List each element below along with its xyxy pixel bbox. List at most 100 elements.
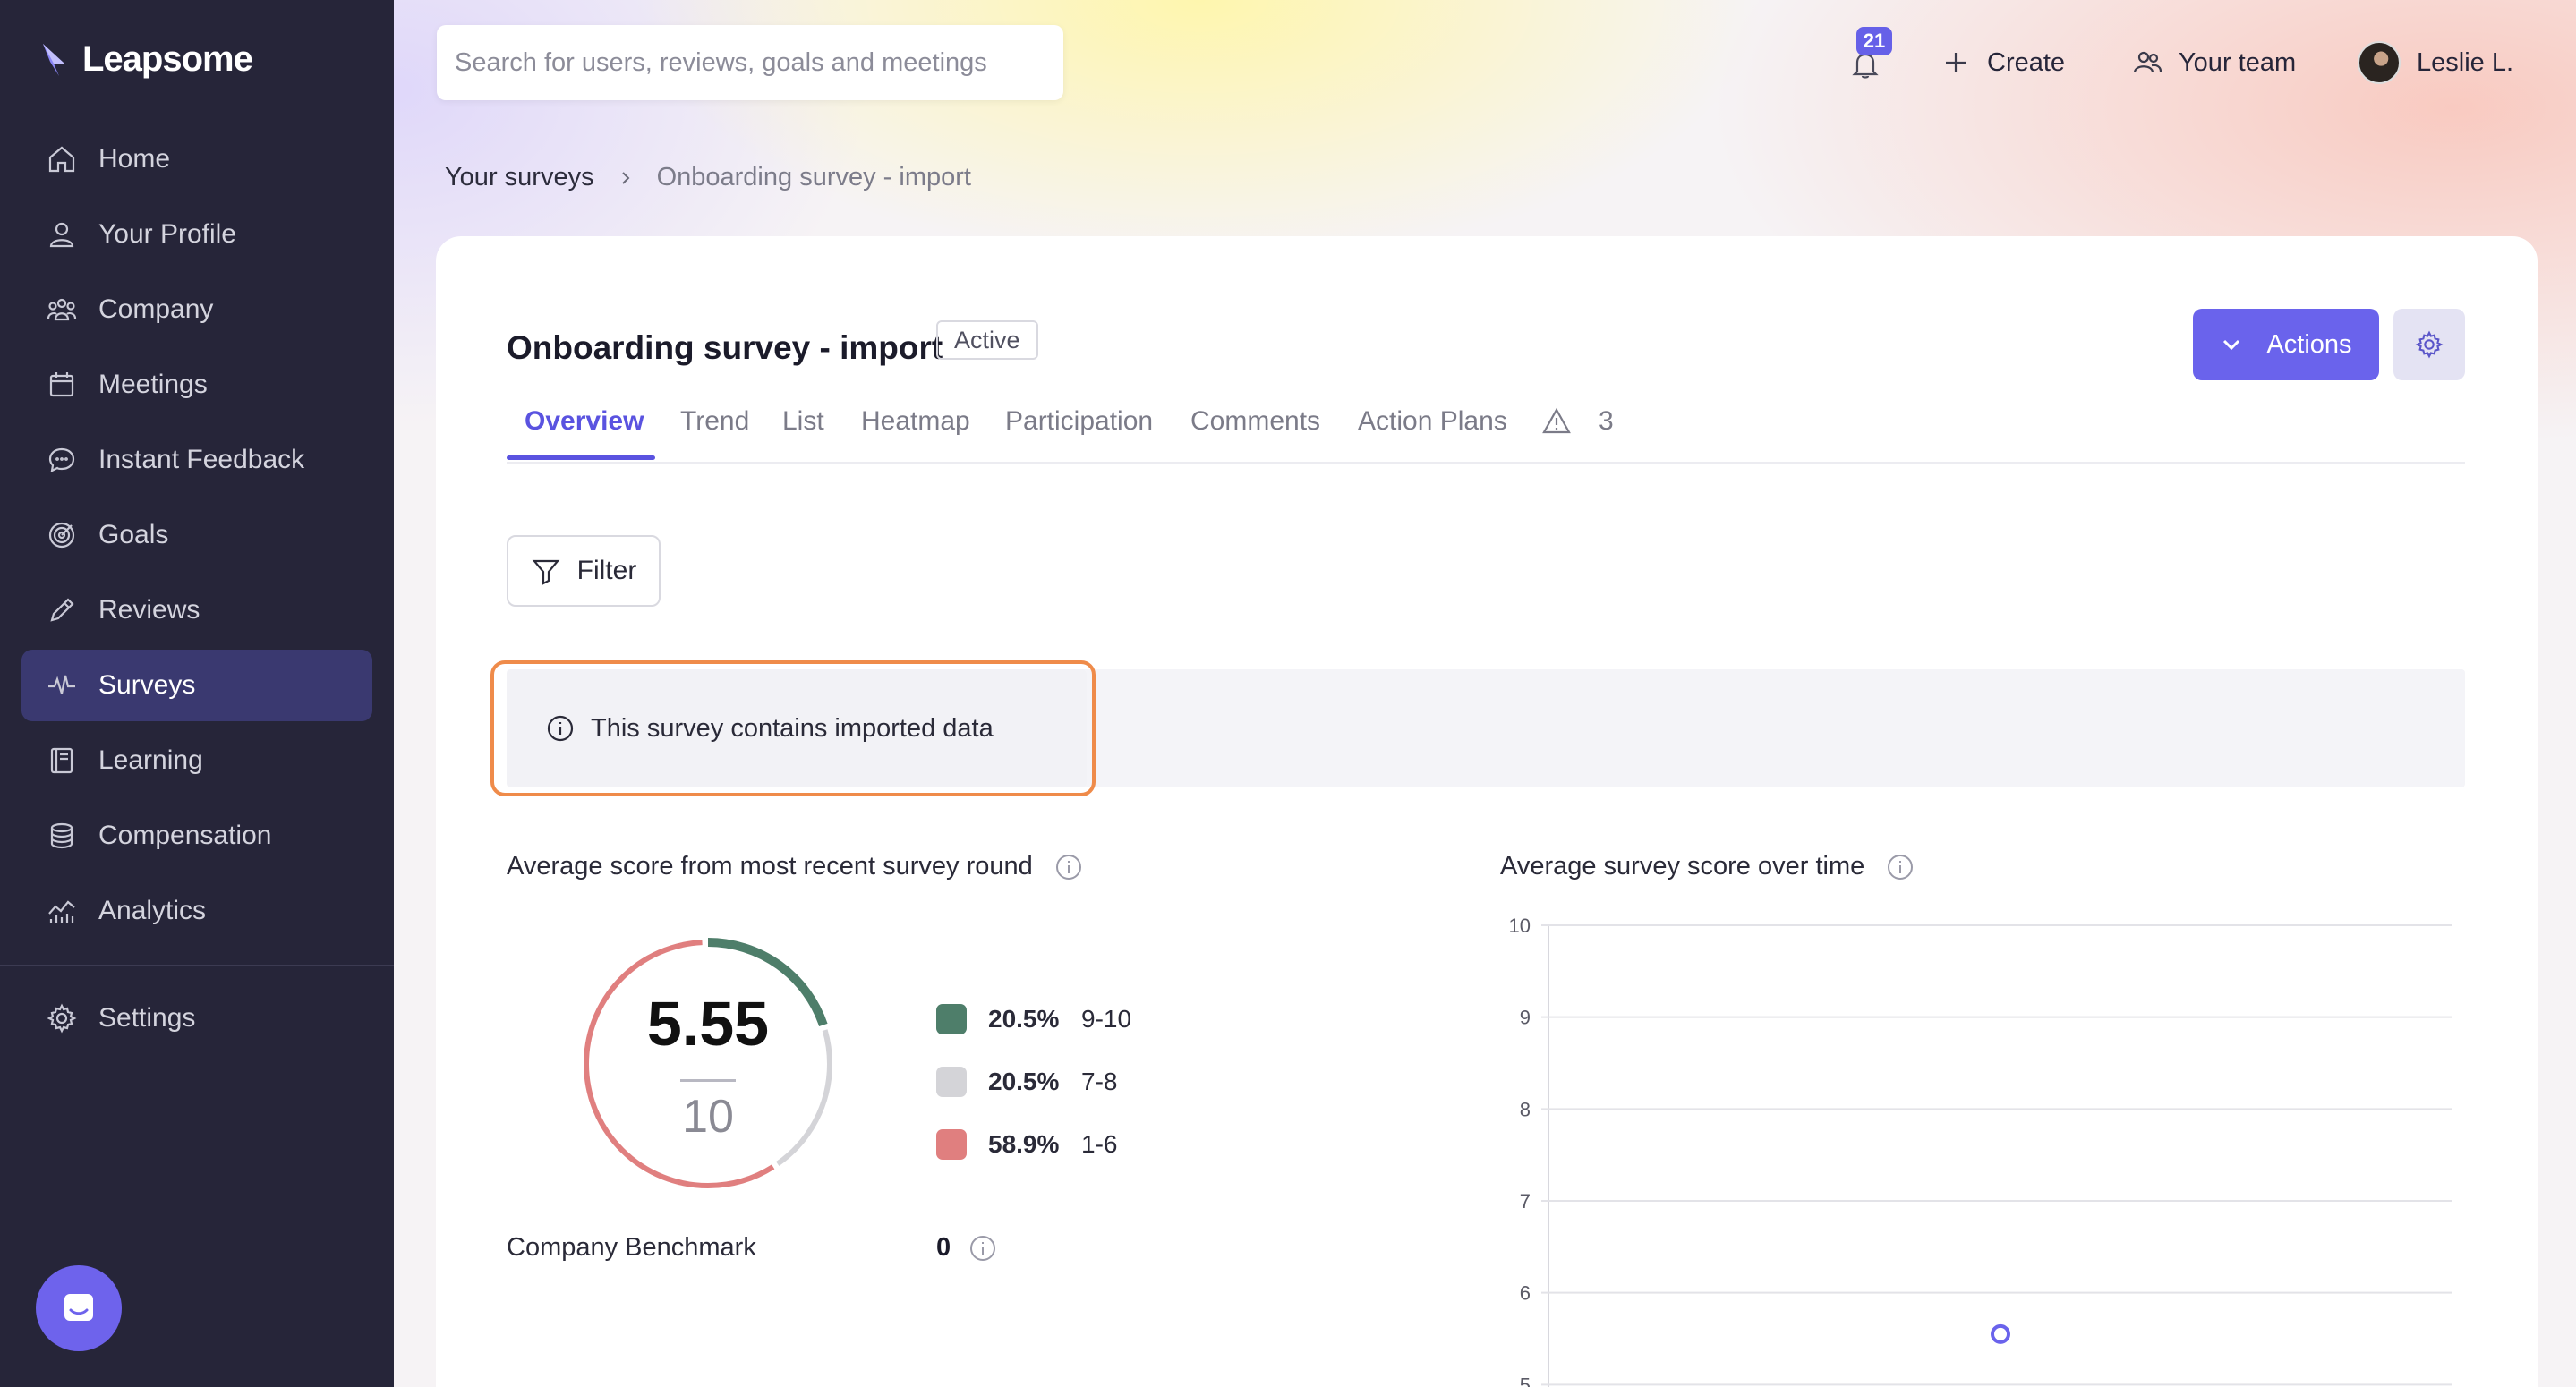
- tab-action-plans[interactable]: Action Plans: [1358, 406, 1507, 437]
- sidebar-item-label: Learning: [98, 745, 203, 775]
- tab-participation[interactable]: Participation: [1005, 406, 1153, 437]
- actions-button[interactable]: Actions: [2193, 309, 2379, 380]
- breadcrumb-current: Onboarding survey - import: [656, 163, 971, 191]
- sidebar-item-label: Reviews: [98, 595, 200, 625]
- sidebar-item-label: Settings: [98, 1003, 196, 1033]
- user-menu[interactable]: Leslie L.: [2358, 39, 2513, 86]
- trend-chart: 10 9 8 7 6 5: [1509, 915, 2452, 1387]
- y-tick-label: 8: [1520, 1098, 1531, 1120]
- sidebar-item-home[interactable]: Home: [21, 123, 372, 195]
- search-input[interactable]: [437, 25, 1063, 100]
- filter-label: Filter: [576, 556, 637, 585]
- legend-item-mid: 20.5% 7-8: [936, 1051, 1131, 1113]
- sidebar-item-goals[interactable]: Goals: [21, 499, 372, 571]
- sidebar-divider: [0, 965, 394, 966]
- y-tick-label: 9: [1520, 1007, 1531, 1029]
- sidebar-item-settings[interactable]: Settings: [21, 983, 372, 1054]
- benchmark-value-group: 0: [936, 1233, 997, 1263]
- your-team-label: Your team: [2179, 47, 2297, 77]
- pulse-icon: [48, 675, 75, 694]
- y-tick-label: 7: [1520, 1190, 1531, 1213]
- sidebar-item-reviews[interactable]: Reviews: [21, 574, 372, 646]
- sidebar-item-analytics[interactable]: Analytics: [21, 875, 372, 947]
- chevron-down-icon: [2223, 339, 2240, 351]
- user-name: Leslie L.: [2417, 47, 2514, 77]
- page-title: Onboarding survey - import: [507, 329, 943, 366]
- tab-overview[interactable]: Overview: [525, 406, 644, 437]
- tab-list[interactable]: List: [782, 406, 824, 437]
- sidebar-item-label: Home: [98, 144, 171, 174]
- score-legend: 20.5% 9-10 20.5% 7-8 58.9% 1-6: [936, 988, 1131, 1176]
- chat-icon: [48, 447, 75, 472]
- tab-warnings[interactable]: 3: [1541, 406, 1614, 437]
- support-chat-button[interactable]: [36, 1265, 122, 1351]
- create-button[interactable]: Create: [1941, 39, 2065, 86]
- sidebar-item-compensation[interactable]: Compensation: [21, 800, 372, 872]
- filter-icon: [532, 559, 560, 585]
- sidebar-item-company[interactable]: Company: [21, 274, 372, 345]
- info-icon[interactable]: [1886, 853, 1915, 881]
- gear-icon: [2415, 330, 2444, 359]
- sidebar-item-label: Goals: [98, 520, 169, 549]
- leapsome-logo-icon: [43, 43, 64, 76]
- plus-icon: [1946, 53, 1966, 72]
- sidebar-item-label: Surveys: [98, 670, 196, 700]
- active-tab-indicator: [507, 455, 655, 460]
- info-icon[interactable]: [1054, 853, 1083, 881]
- chevron-right-icon: [621, 171, 629, 184]
- brand-logo[interactable]: Leapsome: [38, 39, 253, 80]
- sidebar: Leapsome Home Your Profile Company Meeti…: [0, 0, 394, 1387]
- analytics-icon: [48, 900, 75, 923]
- target-icon: [48, 522, 75, 549]
- sidebar-item-surveys[interactable]: Surveys: [21, 650, 372, 721]
- score-panel-title: Average score from most recent survey ro…: [507, 852, 1083, 881]
- trend-chart-title: Average survey score over time: [1500, 852, 1915, 881]
- survey-settings-button[interactable]: [2393, 309, 2465, 380]
- legend-swatch: [936, 1129, 967, 1160]
- sidebar-footer-nav: Settings: [21, 983, 372, 1058]
- benchmark-label: Company Benchmark: [507, 1233, 756, 1262]
- average-score: 5.55: [646, 989, 770, 1059]
- tab-comments[interactable]: Comments: [1190, 406, 1320, 437]
- tab-trend[interactable]: Trend: [680, 406, 749, 437]
- chat-widget-icon: [64, 1294, 93, 1321]
- team-icon: [2133, 51, 2162, 73]
- legend-pct: 20.5%: [988, 1005, 1060, 1033]
- actions-label: Actions: [2266, 329, 2352, 359]
- warning-icon: [1542, 407, 1571, 434]
- score-divider: [680, 1079, 736, 1082]
- y-tick-label: 6: [1520, 1282, 1531, 1305]
- company-icon: [47, 298, 77, 321]
- user-icon: [49, 222, 74, 248]
- score-panel-title-text: Average score from most recent survey ro…: [507, 852, 1033, 881]
- y-tick-label: 5: [1520, 1374, 1531, 1387]
- calendar-icon: [49, 372, 74, 397]
- sidebar-item-label: Your Profile: [98, 219, 236, 249]
- avatar: [2358, 41, 2401, 84]
- data-point[interactable]: [1991, 1323, 2010, 1344]
- highlight-outline: [490, 660, 1096, 796]
- filter-button[interactable]: Filter: [507, 535, 661, 607]
- pencil-icon: [50, 598, 74, 622]
- sidebar-item-label: Compensation: [98, 821, 272, 850]
- legend-range: 7-8: [1081, 1068, 1118, 1095]
- legend-item-high: 20.5% 9-10: [936, 988, 1131, 1051]
- create-label: Create: [1987, 47, 2066, 77]
- sidebar-item-instant-feedback[interactable]: Instant Feedback: [21, 424, 372, 496]
- your-team-button[interactable]: Your team: [2132, 39, 2296, 86]
- info-icon[interactable]: [968, 1234, 997, 1263]
- legend-pct: 20.5%: [988, 1068, 1060, 1095]
- tab-heatmap[interactable]: Heatmap: [861, 406, 970, 437]
- sidebar-item-your-profile[interactable]: Your Profile: [21, 199, 372, 270]
- breadcrumb: Your surveys Onboarding survey - import: [445, 163, 971, 192]
- legend-range: 9-10: [1081, 1005, 1132, 1033]
- sidebar-item-label: Meetings: [98, 370, 208, 399]
- sidebar-item-learning[interactable]: Learning: [21, 725, 372, 796]
- sidebar-item-meetings[interactable]: Meetings: [21, 349, 372, 421]
- breadcrumb-your-surveys[interactable]: Your surveys: [445, 163, 594, 192]
- legend-pct: 58.9%: [988, 1130, 1060, 1158]
- status-badge: Active: [936, 320, 1038, 360]
- home-icon: [48, 146, 75, 173]
- legend-item-low: 58.9% 1-6: [936, 1113, 1131, 1176]
- sidebar-item-label: Analytics: [98, 896, 207, 925]
